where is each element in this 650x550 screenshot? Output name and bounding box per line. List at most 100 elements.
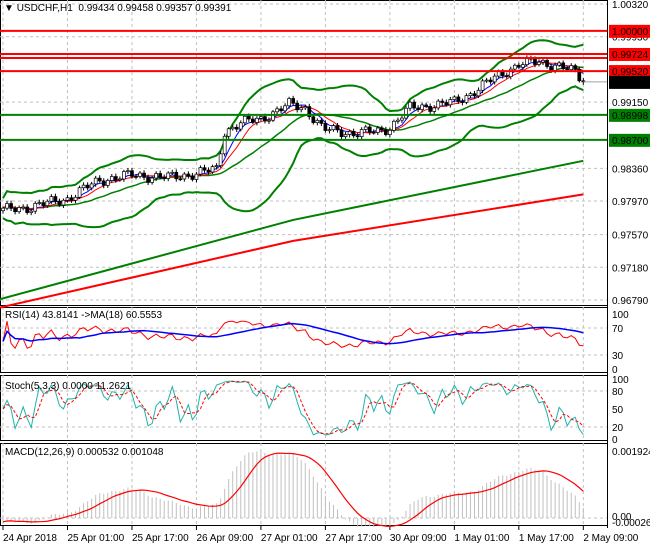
candle-body xyxy=(29,210,34,213)
candle-body xyxy=(41,202,46,206)
candle-body xyxy=(484,79,489,82)
candle-body xyxy=(516,64,521,68)
dropdown-triangle-icon[interactable]: ▼ xyxy=(4,3,14,14)
stoch-tick-label: 50 xyxy=(612,405,624,416)
candle-body xyxy=(61,199,66,206)
candle-body xyxy=(45,200,50,206)
candle-body xyxy=(456,96,461,102)
price-tick-label: 0.97570 xyxy=(612,231,649,242)
time-label: 30 Apr 09:00 xyxy=(390,533,447,544)
candle-body xyxy=(57,200,62,206)
candle-body xyxy=(263,116,267,122)
candle-body xyxy=(206,169,211,173)
candle-body xyxy=(186,173,191,177)
candle-body xyxy=(242,115,247,124)
candle-body xyxy=(255,117,259,123)
stoch-tick-label: 20 xyxy=(612,423,624,434)
candle-body xyxy=(367,126,372,133)
candle-body xyxy=(351,131,356,137)
candle-body xyxy=(33,203,38,212)
candle-body xyxy=(174,171,179,180)
candle-body xyxy=(126,170,130,173)
candle-body xyxy=(408,101,412,109)
candle-body xyxy=(444,102,449,106)
stoch-label: Stoch(5,3,3) 0.0000 11.2621 xyxy=(5,381,132,392)
candle-body xyxy=(311,116,316,123)
candle-body xyxy=(448,99,453,106)
candle-body xyxy=(521,64,525,68)
candle-body xyxy=(488,79,493,83)
price-tick-label: 1.00320 xyxy=(612,0,649,11)
candle-body xyxy=(436,100,441,109)
candle-body xyxy=(363,126,368,130)
candle-body xyxy=(512,64,517,70)
chart-window[interactable]: 24 Apr 2018 25 Apr 01:00 25 Apr 17:00 26 Ap… xyxy=(0,0,650,550)
candle-body xyxy=(118,178,122,181)
candle-body xyxy=(537,61,541,65)
candle-body xyxy=(557,62,561,66)
candle-body xyxy=(65,197,70,201)
current-price-label: 0.99391 xyxy=(612,78,649,89)
candle-body xyxy=(166,172,171,179)
candle-body xyxy=(384,129,388,135)
candle-body xyxy=(476,89,481,97)
candle-body xyxy=(416,107,420,110)
rsi-tick-label: 100 xyxy=(612,310,629,321)
candle-body xyxy=(404,107,408,119)
candle-body xyxy=(202,167,207,171)
symbol-label: USDCHF,H1 xyxy=(16,3,73,14)
macd-tick-label: 0.001924 xyxy=(612,447,650,458)
candle-body xyxy=(339,129,344,138)
candle-body xyxy=(533,58,537,65)
candle-body xyxy=(343,134,348,138)
candle-body xyxy=(565,68,570,71)
time-label: 25 Apr 17:00 xyxy=(132,533,189,544)
ma-long-red-line xyxy=(0,193,584,309)
rsi-tick-label: 30 xyxy=(612,351,624,362)
candle-body xyxy=(319,120,324,124)
candle-body xyxy=(480,80,485,91)
candle-body xyxy=(315,120,320,123)
candle-body xyxy=(428,105,433,112)
candle-body xyxy=(295,102,300,111)
chart-canvas[interactable]: 24 Apr 2018 25 Apr 01:00 25 Apr 17:00 26 Ap… xyxy=(0,0,650,550)
candle-body xyxy=(291,98,296,104)
candle-body xyxy=(214,165,219,167)
candle-body xyxy=(323,123,328,131)
candle-body xyxy=(21,206,25,209)
candle-body xyxy=(400,117,404,121)
candle-body xyxy=(392,120,396,131)
candle-body xyxy=(158,173,163,178)
candle-body xyxy=(396,119,400,122)
candle-body xyxy=(230,126,235,130)
candle-body xyxy=(246,115,251,120)
candle-body xyxy=(25,206,30,213)
candle-body xyxy=(9,203,13,209)
candle-body xyxy=(432,107,437,112)
candle-body xyxy=(504,75,509,78)
stoch-tick-label: 80 xyxy=(612,387,624,398)
candle-body xyxy=(275,108,279,113)
candle-body xyxy=(569,65,574,70)
time-label: 27 Apr 17:00 xyxy=(325,533,382,544)
candle-body xyxy=(210,166,215,173)
candle-body xyxy=(545,59,549,67)
candle-body xyxy=(371,131,376,134)
candle-body xyxy=(553,64,557,71)
candle-body xyxy=(234,126,239,130)
candle-body xyxy=(496,71,501,77)
candle-body xyxy=(81,184,86,189)
candle-body xyxy=(287,98,291,107)
price-tick-label: 0.97970 xyxy=(612,197,649,208)
time-label: 24 Apr 2018 xyxy=(3,533,57,544)
candle-body xyxy=(460,101,465,103)
candle-body xyxy=(122,171,126,180)
candle-body xyxy=(299,107,304,111)
candle-body xyxy=(49,196,54,202)
candle-body xyxy=(109,176,114,181)
candle-body xyxy=(279,108,283,112)
candle-body xyxy=(226,128,231,137)
candle-body xyxy=(335,125,340,131)
price-tick-label: 0.98360 xyxy=(612,164,649,175)
candle-body xyxy=(218,153,223,166)
